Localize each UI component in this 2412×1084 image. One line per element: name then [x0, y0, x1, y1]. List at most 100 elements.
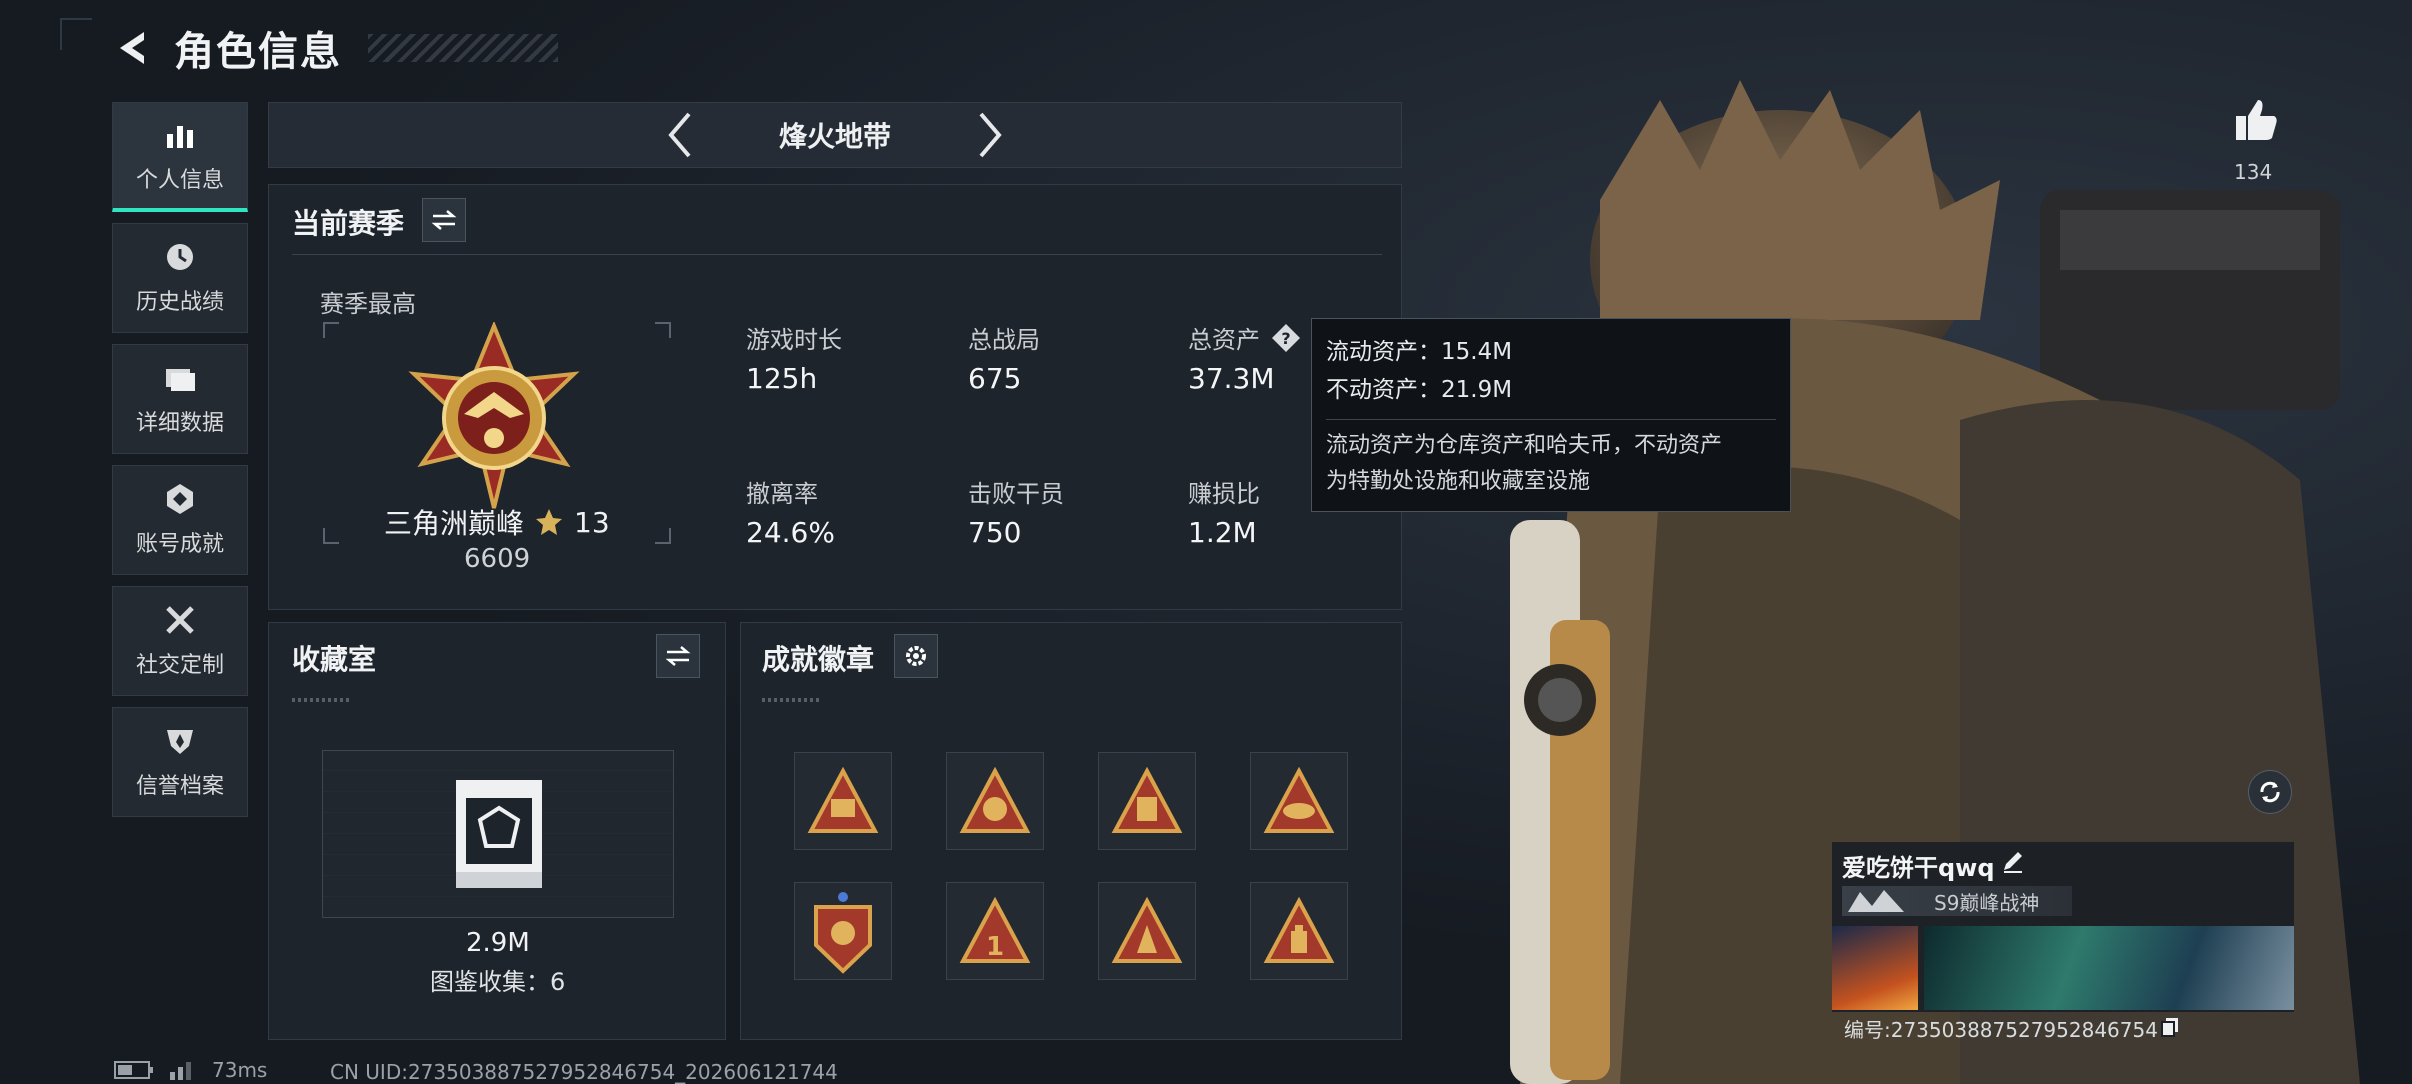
- achievement-badge[interactable]: [794, 882, 892, 980]
- refresh-icon: [2260, 781, 2280, 803]
- tooltip-divider: [1326, 419, 1776, 420]
- like-count: 134: [2234, 160, 2273, 184]
- rank-score: 6609: [464, 544, 531, 574]
- achievement-icon: [167, 484, 193, 514]
- achievements-title: 成就徽章: [762, 643, 875, 676]
- battery-icon: [114, 1061, 153, 1079]
- season-best-label: 赛季最高: [320, 290, 416, 318]
- badge-3: [1111, 767, 1183, 833]
- achievements-settings-button[interactable]: [894, 634, 938, 678]
- badge-2: [959, 767, 1031, 833]
- credit-shield-icon: [167, 730, 193, 754]
- collection-count: 图鉴收集：6: [430, 968, 566, 996]
- page-header: 角色信息: [112, 22, 558, 75]
- badge-6: 1: [959, 897, 1031, 963]
- page-title: 角色信息: [174, 29, 342, 75]
- sidebar-item-detail-data[interactable]: 详细数据: [112, 344, 248, 454]
- corner-decoration: [60, 18, 92, 50]
- card-image-1: [1832, 926, 1918, 1010]
- badge-8: [1263, 897, 1335, 963]
- stat-label-kills: 击败干员: [968, 480, 1064, 508]
- swap-icon: [431, 210, 457, 230]
- mode-prev-button[interactable]: [645, 102, 715, 168]
- stat-value-extract-rate: 24.6%: [746, 516, 835, 549]
- collection-dots: [292, 698, 352, 702]
- season-switch-button[interactable]: [422, 198, 466, 242]
- tooltip-desc-line2: 为特勤处设施和收藏室设施: [1326, 469, 1591, 494]
- back-arrow-icon: [120, 32, 144, 64]
- mode-next-button[interactable]: [955, 102, 1025, 168]
- achievement-badge[interactable]: [794, 752, 892, 850]
- bar-chart-icon: [167, 125, 193, 148]
- achievement-badge[interactable]: 1: [946, 882, 1044, 980]
- stat-value-total-assets: 37.3M: [1188, 362, 1275, 395]
- uid-text: CN UID:273503887527952846754_20260612174…: [330, 1060, 838, 1084]
- sidebar: 个人信息 历史战绩 详细数据 账号成就 社交定制 信誉档案: [112, 102, 250, 828]
- edit-icon[interactable]: [2000, 848, 2026, 874]
- achievement-badge[interactable]: [1098, 882, 1196, 980]
- folder-icon: [166, 369, 195, 391]
- sidebar-item-credit[interactable]: 信誉档案: [112, 707, 248, 817]
- help-icon[interactable]: ?: [1270, 322, 1302, 354]
- sidebar-item-personal-info[interactable]: 个人信息: [112, 102, 248, 212]
- mode-name: 烽火地带: [778, 120, 891, 153]
- svg-text:?: ?: [1281, 329, 1290, 348]
- thumbs-up-icon: [2236, 100, 2277, 140]
- star-icon: [536, 509, 563, 535]
- sidebar-item-label: 个人信息: [135, 167, 224, 193]
- ping-value: 73ms: [212, 1058, 268, 1082]
- stat-label-profit-ratio: 赚损比: [1188, 480, 1260, 508]
- chevron-right-icon: [979, 112, 1002, 158]
- mode-selector: 烽火地带: [268, 102, 1402, 168]
- tooltip-liquid-assets: 流动资产：15.4M: [1326, 339, 1513, 365]
- status-bar: 73ms: [114, 1058, 267, 1082]
- badge-1: [807, 767, 879, 833]
- season-title: 当前赛季: [292, 207, 405, 240]
- achievement-badge[interactable]: [946, 752, 1044, 850]
- sidebar-item-social[interactable]: 社交定制: [112, 586, 248, 696]
- svg-text:1: 1: [986, 932, 1004, 962]
- gear-icon: [906, 646, 926, 666]
- badge-5: [814, 892, 872, 974]
- title-decoration: [368, 34, 558, 62]
- collection-value: 2.9M: [466, 928, 530, 958]
- sidebar-item-label: 账号成就: [135, 532, 224, 557]
- back-button[interactable]: [112, 26, 156, 70]
- rank-stars: 13: [574, 505, 610, 539]
- card-image-2: [1924, 926, 2294, 1010]
- achievement-badge[interactable]: [1250, 882, 1348, 980]
- sidebar-item-label: 历史战绩: [135, 290, 224, 315]
- rank-name-row: 三角洲巅峰 13: [384, 502, 610, 542]
- sidebar-item-history[interactable]: 历史战绩: [112, 223, 248, 333]
- copy-icon[interactable]: [2160, 1016, 2180, 1038]
- swap-icon: [665, 646, 691, 666]
- achievements-dots: [762, 698, 822, 702]
- collection-title: 收藏室: [292, 643, 377, 676]
- chevron-left-icon: [668, 112, 691, 158]
- season-divider: [292, 254, 1382, 255]
- player-title-text: S9巅峰战神: [1934, 890, 2040, 915]
- tools-icon: [166, 606, 194, 634]
- sidebar-item-label: 社交定制: [135, 653, 224, 678]
- signal-icon: [170, 1062, 191, 1080]
- achievement-badge[interactable]: [1250, 752, 1348, 850]
- vault-icon: [456, 780, 542, 888]
- stat-value-playtime: 125h: [746, 362, 818, 395]
- stat-value-kills: 750: [968, 516, 1022, 549]
- player-nickname: 爱吃饼干qwq: [1842, 854, 1995, 882]
- player-title-badge: S9巅峰战神: [1842, 886, 2072, 916]
- history-clock-icon: [167, 244, 193, 270]
- assets-tooltip: 流动资产：15.4M 不动资产：21.9M 流动资产为仓库资产和哈夫币，不动资产…: [1311, 318, 1791, 512]
- tooltip-fixed-assets: 不动资产：21.9M: [1326, 377, 1513, 403]
- sidebar-item-achievements[interactable]: 账号成就: [112, 465, 248, 575]
- collection-switch-button[interactable]: [656, 634, 700, 678]
- stat-value-profit-ratio: 1.2M: [1188, 516, 1257, 549]
- badge-7: [1111, 897, 1183, 963]
- title-emblem-icon: [1848, 890, 1904, 912]
- stat-label-total-assets: 总资产: [1188, 326, 1260, 354]
- stat-value-total-matches: 675: [968, 362, 1022, 395]
- achievement-badge[interactable]: [1098, 752, 1196, 850]
- refresh-button[interactable]: [2248, 770, 2292, 814]
- sidebar-item-label: 信誉档案: [135, 774, 224, 799]
- sidebar-item-label: 详细数据: [135, 411, 224, 436]
